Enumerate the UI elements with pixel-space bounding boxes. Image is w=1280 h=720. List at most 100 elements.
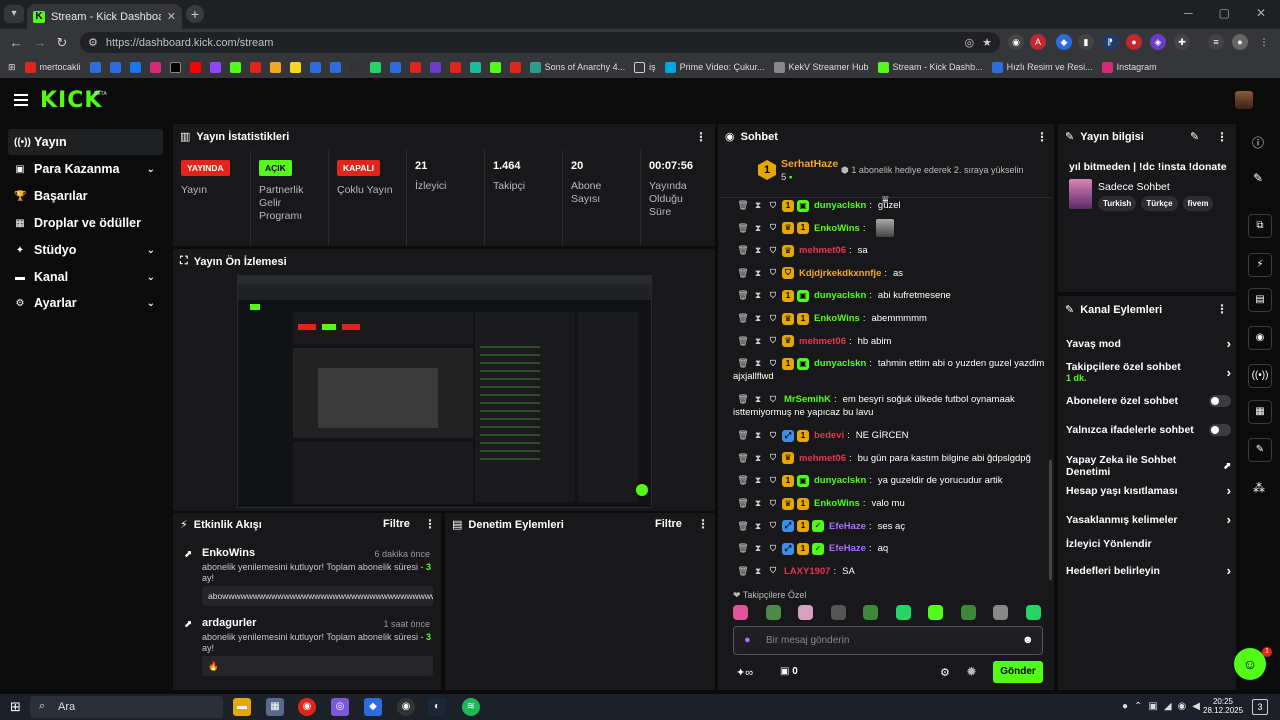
toggle-switch[interactable]	[1209, 424, 1231, 436]
stats-menu-icon[interactable]: ⋮	[695, 130, 707, 144]
chat-message[interactable]: 🗑 ⧗ ⛉ ♛ mehmet06: sa	[737, 244, 1052, 257]
chat-message[interactable]: 🗑 ⧗ ⛉ ⤢ 1 bedevi: NE GİRCEN	[737, 429, 1052, 442]
chat-username[interactable]: bedevi	[814, 430, 844, 441]
user-avatar[interactable]	[1235, 91, 1253, 109]
edit-icon[interactable]: ✎	[1190, 130, 1199, 143]
tab-close-icon[interactable]: ✕	[167, 10, 176, 23]
microphone-icon[interactable]: ●	[744, 634, 751, 646]
url-bar[interactable]: ⚙ https://dashboard.kick.com/stream ◎ ★	[80, 32, 1000, 53]
sidebar-item-kanal[interactable]: ▬ Kanal ⌄	[8, 264, 163, 290]
bookmark[interactable]: Instagram	[1101, 61, 1157, 73]
channel-action-0[interactable]: Yavaş mod ›	[1066, 336, 1231, 351]
pencil-icon[interactable]: ✎	[1253, 171, 1263, 185]
chat-message[interactable]: 🗑 ⧗ ⛉ ♛ 1 EnkoWins: abemmmmm	[737, 312, 1052, 325]
hamburger-menu-icon[interactable]	[14, 94, 28, 106]
chat-username[interactable]: LAXY1907	[784, 566, 830, 577]
channel-action-3[interactable]: Yalnızca ifadelerle sohbet	[1066, 424, 1231, 436]
sidebar-item-st-dyo[interactable]: ✦ Stüdyo ⌄	[8, 237, 163, 263]
facebook-icon[interactable]	[129, 61, 141, 73]
delete-icon[interactable]: 🗑	[737, 498, 749, 509]
chat-menu-icon[interactable]: ⋮	[1036, 130, 1048, 144]
bookmark-icon[interactable]	[89, 61, 101, 73]
windows-start-icon[interactable]: ⊞	[10, 699, 21, 715]
file-explorer-icon[interactable]: ▬	[233, 698, 251, 716]
puzzle-icon[interactable]: ✚	[1174, 34, 1190, 50]
adblock-icon[interactable]: A	[1030, 34, 1046, 50]
calculator-icon[interactable]: ▦	[266, 698, 284, 716]
timeout-icon[interactable]: ⧗	[752, 268, 764, 279]
chat-message[interactable]: 🗑 ⧗ ⛉ 1 ▣ dunyaclskn: abi kufretmesene	[737, 289, 1052, 302]
youtube-icon[interactable]	[189, 61, 201, 73]
layout-icon[interactable]: ▦	[1248, 400, 1272, 424]
stream-info-menu-icon[interactable]: ⋮	[1216, 130, 1228, 144]
chat-username[interactable]: dunyaclskn	[814, 475, 866, 486]
bookmark-folder[interactable]: iş	[634, 61, 656, 73]
emote-icon[interactable]	[928, 605, 943, 620]
extension-icon[interactable]: ▮	[1078, 34, 1094, 50]
site-info-icon[interactable]: ⚙	[88, 36, 98, 49]
tab-search-button[interactable]: ▾	[4, 5, 24, 23]
sidebar-item-yay-n[interactable]: ((•)) Yayın	[8, 129, 163, 155]
obs-studio-icon[interactable]: ◉	[397, 698, 415, 716]
chat-message[interactable]: 🗑 ⧗ ⛉ 1 ▣ dunyaclskn: güzel	[737, 199, 1052, 212]
chat-username[interactable]: EfeHaze	[829, 521, 866, 532]
forward-icon[interactable]: →	[30, 33, 50, 53]
send-button[interactable]: Gönder	[993, 661, 1043, 683]
apps-icon[interactable]: ⊞	[8, 62, 16, 73]
extension-icon[interactable]: ⁋	[1102, 34, 1118, 50]
timeout-icon[interactable]: ⧗	[752, 245, 764, 256]
bookmark-icon[interactable]	[489, 61, 501, 73]
timeout-icon[interactable]: ⧗	[752, 543, 764, 554]
sidebar-item-ayarlar[interactable]: ⚙ Ayarlar ⌄	[8, 290, 163, 316]
bookmark-icon[interactable]	[289, 61, 301, 73]
steam-icon[interactable]: ◐	[428, 698, 446, 716]
chat-message[interactable]: 🗑 ⧗ ⛉ ♛ 1 EnkoWins:	[737, 219, 1052, 238]
chat-username[interactable]: mehmet06	[799, 336, 846, 347]
timeout-icon[interactable]: ⧗	[752, 200, 764, 211]
delete-icon[interactable]: 🗑	[737, 245, 749, 256]
timeout-icon[interactable]: ⧗	[752, 223, 764, 234]
emote-icon[interactable]	[960, 605, 976, 620]
chat-username[interactable]: EnkoWins	[814, 223, 860, 234]
bookmark-icon[interactable]	[509, 61, 521, 73]
channel-action-6[interactable]: Yasaklanmış kelimeler ›	[1066, 512, 1231, 527]
taskbar-search[interactable]: ⌕ Ara	[30, 696, 223, 718]
tag-chip[interactable]: fivem	[1182, 196, 1214, 211]
wrench-icon[interactable]: ✎	[1248, 438, 1272, 462]
chevron-right-icon[interactable]: ›	[1227, 336, 1231, 351]
bookmark[interactable]: KekV Streamer Hub	[773, 61, 869, 73]
reload-icon[interactable]: ↻	[52, 33, 72, 53]
delete-icon[interactable]: 🗑	[737, 566, 749, 577]
close-window-icon[interactable]: ✕	[1256, 6, 1266, 20]
timeout-icon[interactable]: ⧗	[752, 498, 764, 509]
clock[interactable]: 20:25 28.12.2025	[1203, 697, 1243, 715]
delete-icon[interactable]: 🗑	[737, 336, 749, 347]
timeout-icon[interactable]: ⧗	[752, 521, 764, 532]
activity-username[interactable]: ardagurler	[202, 617, 256, 629]
chevron-right-icon[interactable]: ›	[1227, 365, 1231, 380]
chat-message[interactable]: 🗑 ⧗ ⛉ ⛉ Kdjdjrkekdkxnnfje: as	[737, 267, 1052, 280]
sidebar-item-droplar-ve-d-ller[interactable]: ▦ Droplar ve ödüller	[8, 210, 163, 236]
timeout-icon[interactable]: ⧗	[752, 453, 764, 464]
bookmark[interactable]: Sons of Anarchy 4...	[529, 61, 625, 73]
timeout-icon[interactable]: ⧗	[752, 358, 764, 369]
more-icon[interactable]: ⋮	[1256, 34, 1272, 50]
whatsapp-icon[interactable]	[369, 61, 381, 73]
back-icon[interactable]: ←	[6, 33, 26, 53]
bookmark-icon[interactable]	[109, 61, 121, 73]
bookmark[interactable]: Hızlı Resim ve Resi...	[991, 61, 1093, 73]
bookmark-icon[interactable]	[269, 61, 281, 73]
browser-tab[interactable]: K Stream - Kick Dashboard ✕	[27, 4, 182, 29]
notification-icon[interactable]: 3	[1252, 699, 1268, 715]
chat-username[interactable]: dunyaclskn	[814, 358, 866, 369]
maximize-icon[interactable]: ▢	[1219, 6, 1230, 20]
system-tray-icons[interactable]: ●⌃▣◢◉◀	[1122, 701, 1206, 712]
delete-icon[interactable]: 🗑	[737, 223, 749, 234]
channel-action-5[interactable]: Hesap yaşı kısıtlaması ›	[1066, 483, 1231, 498]
kick-icon[interactable]	[229, 61, 241, 73]
chat-message[interactable]: 🗑 ⧗ ⛉ 1 ▣ dunyaclskn: tahmin ettim abi o yuzde…	[737, 357, 1052, 370]
chat-username[interactable]: Kdjdjrkekdkxnnfje	[799, 268, 881, 279]
x-icon[interactable]	[169, 61, 181, 73]
timeout-icon[interactable]: ⧗	[752, 290, 764, 301]
extension-icon[interactable]: ●	[1126, 34, 1142, 50]
